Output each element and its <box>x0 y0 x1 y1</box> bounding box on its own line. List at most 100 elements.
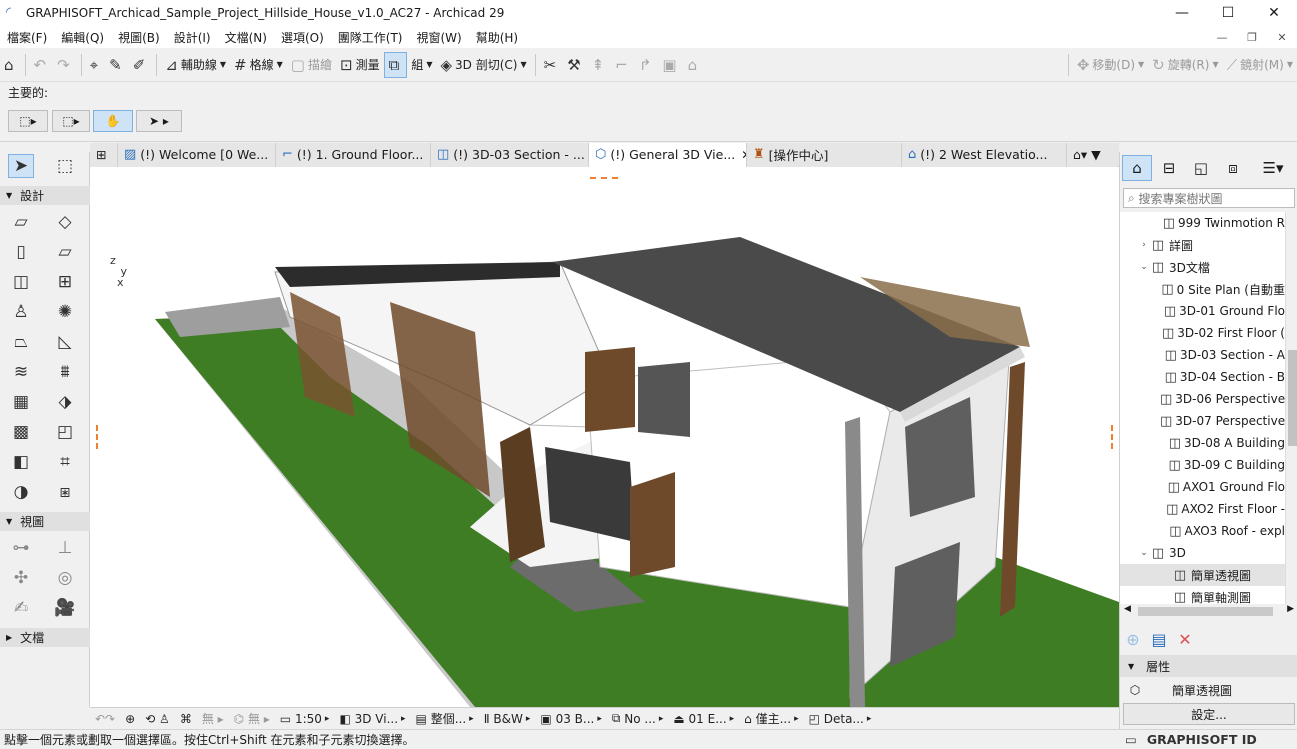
object-tool-icon[interactable]: ♙ <box>8 300 34 324</box>
find-select-button[interactable]: ⌖ <box>86 52 105 78</box>
renovation-dropdown[interactable]: ⌂ 僅主... ▸ <box>739 708 803 730</box>
morph-tool-icon[interactable]: ⬗ <box>52 390 78 414</box>
menu-window[interactable]: 視窗(W) <box>409 29 468 46</box>
tree-item[interactable]: ◫ 3D-06 Perspective <box>1120 388 1285 410</box>
menu-edit[interactable]: 編輯(Q) <box>54 29 111 46</box>
menu-options[interactable]: 選項(O) <box>274 29 331 46</box>
slab-tool-icon[interactable]: ◇ <box>52 210 78 234</box>
tab-3d-section[interactable]: ◫ (!) 3D-03 Section - ... <box>431 142 589 167</box>
scrollbar-thumb[interactable] <box>1138 607 1273 616</box>
structure-dropdown[interactable]: ▤ 整個... ▸ <box>411 708 479 730</box>
settings-button[interactable]: 設定... <box>1123 703 1295 725</box>
tree-item[interactable]: ◫ 3D-08 A Building <box>1120 432 1285 454</box>
expand-toggle-icon[interactable]: ⌄ <box>1138 548 1150 558</box>
minimize-button[interactable]: — <box>1159 0 1205 26</box>
delete-icon[interactable]: ✕ <box>1172 630 1198 649</box>
tree-item[interactable]: ◫ 3D-03 Section - A <box>1120 344 1285 366</box>
graphisoft-id-link[interactable]: ▭ GRAPHISOFT ID <box>1119 729 1297 749</box>
selection-method-button[interactable]: ⬚▸ <box>8 110 48 132</box>
tree-item[interactable]: ◫ 999 Twinmotion R <box>1120 212 1285 234</box>
tab-ground-floor[interactable]: ⌐ (!) 1. Ground Floor... <box>276 142 431 167</box>
tree-item[interactable]: ◫ AXO1 Ground Flo <box>1120 476 1285 498</box>
top-edge-handle[interactable] <box>590 167 618 179</box>
zoom-button[interactable]: ⊕ <box>120 708 140 730</box>
scale-dropdown[interactable]: ▭ 1:50 ▸ <box>275 708 335 730</box>
doc-close-icon[interactable]: ✕ <box>1267 26 1297 48</box>
right-edge-handle[interactable] <box>1107 425 1113 449</box>
filter-a-dropdown[interactable]: 無 ▸ <box>197 708 229 730</box>
column-tool-icon[interactable]: ▯ <box>8 240 34 264</box>
close-window-button[interactable]: ✕ <box>1251 0 1297 26</box>
properties-header[interactable]: ▼ 層性 <box>1120 655 1297 677</box>
scroll-left-icon[interactable]: ◀ <box>1124 604 1131 614</box>
doc-minimize-icon[interactable]: — <box>1207 26 1237 48</box>
menu-help[interactable]: 幫助(H) <box>469 29 525 46</box>
group-dropdown[interactable]: 組 ▼ <box>407 52 436 78</box>
tab-action-center[interactable]: ♜ [操作中心] <box>747 142 902 167</box>
tree-item[interactable]: › ◫ 詳圖 <box>1120 234 1285 256</box>
aux-lines-dropdown[interactable]: ⊿ 輔助線 ▼ <box>161 52 230 78</box>
navigator-menu-icon[interactable]: ☰▾ <box>1258 155 1288 181</box>
arrow-tool-icon[interactable]: ➤ <box>8 154 34 178</box>
tab-welcome[interactable]: ▨ (!) Welcome [0 We... <box>118 142 276 167</box>
window-tool-icon[interactable]: ⊞ <box>52 270 78 294</box>
roof-tool-icon[interactable]: ⏢ <box>8 330 34 354</box>
undo-button[interactable]: ↶ <box>30 52 54 78</box>
tree-horizontal-scrollbar[interactable]: ◀ ▶ <box>1120 604 1297 619</box>
skylight-tool-icon[interactable]: ◧ <box>8 450 34 474</box>
layout-book-icon[interactable]: ◱ <box>1186 155 1216 181</box>
tree-item[interactable]: ◫ 3D-07 Perspective <box>1120 410 1285 432</box>
tree-item[interactable]: ◫ AXO2 First Floor - <box>1120 498 1285 520</box>
detail-level-dropdown[interactable]: ◰ Deta... ▸ <box>804 708 877 730</box>
tab-list-dropdown[interactable]: ⌂▾ ▼ <box>1067 142 1117 167</box>
offset-button[interactable]: ▣ <box>658 52 683 78</box>
left-edge-handle[interactable] <box>96 425 102 449</box>
stair-tool-icon[interactable]: ≋ <box>8 360 34 384</box>
publisher-icon[interactable]: ⧈ <box>1218 155 1248 181</box>
menu-file[interactable]: 檔案(F) <box>0 29 54 46</box>
view-map-icon[interactable]: ⊟ <box>1154 155 1184 181</box>
tree-item[interactable]: ◫ 簡單透視圖 <box>1120 564 1285 586</box>
tree-item[interactable]: ◫ AXO3 Roof - expl <box>1120 520 1285 542</box>
tree-item[interactable]: ◫ 0 Site Plan (自動重 <box>1120 278 1285 300</box>
3d-view-dropdown[interactable]: ◧ 3D Vi... ▸ <box>334 708 410 730</box>
worksheet-tool-icon[interactable]: ◎ <box>52 566 78 590</box>
elevation-tool-icon[interactable]: ⊥ <box>52 536 78 560</box>
toolbox-view-header[interactable]: ▼ 視圖 <box>0 512 90 531</box>
menu-view[interactable]: 視圖(B) <box>111 29 167 46</box>
maximize-button[interactable]: ☐ <box>1205 0 1251 26</box>
menu-design[interactable]: 設計(I) <box>167 29 218 46</box>
add-icon[interactable]: ⊕ <box>1120 630 1146 649</box>
3d-viewport[interactable]: z y x <box>90 167 1119 707</box>
trace-button[interactable]: ▢ 描繪 <box>287 52 336 78</box>
door-tool-icon[interactable]: ◫ <box>8 270 34 294</box>
navigation-button[interactable]: ⌘ <box>175 708 197 730</box>
expand-toggle-icon[interactable]: › <box>1138 240 1150 250</box>
tree-item[interactable]: ◫ 簡單軸測圖 <box>1120 586 1285 605</box>
tree-item[interactable]: ⌄ ◫ 3D文檔 <box>1120 256 1285 278</box>
settings-sheet-icon[interactable]: ▤ <box>1146 630 1172 649</box>
marquee-tool-icon[interactable]: ⬚ <box>52 154 78 178</box>
beam-tool-icon[interactable]: ⏥ <box>52 240 78 264</box>
interior-elevation-tool-icon[interactable]: ✣ <box>8 566 34 590</box>
filter-b-dropdown[interactable]: ⌬ 無 ▸ <box>229 708 275 730</box>
lamp-tool-icon[interactable]: ✺ <box>52 300 78 324</box>
measure-button[interactable]: ⊡ 測量 <box>336 52 384 78</box>
toolbox-document-header[interactable]: ▶ 文檔 <box>0 628 90 647</box>
expand-toggle-icon[interactable]: ⌄ <box>1138 262 1150 272</box>
scroll-right-icon[interactable]: ▶ <box>1287 604 1294 614</box>
navigator-search-input[interactable]: ⌕ 搜索專案樹狀圖 <box>1123 188 1295 208</box>
arrow-tool-button[interactable]: ➤ ▸ <box>136 110 182 132</box>
story-dropdown[interactable]: ⏏ 01 E... ▸ <box>668 708 739 730</box>
curtain-wall-tool-icon[interactable]: ▦ <box>8 390 34 414</box>
marquee-mode-button[interactable]: ⬚▸ <box>52 110 90 132</box>
tab-general-3d-view[interactable]: ⬡(!) General 3D Vie...✕ <box>589 142 747 167</box>
section-tool-icon[interactable]: ⊶ <box>8 536 34 560</box>
wall-tool-icon[interactable]: ▱ <box>8 210 34 234</box>
intersect-button[interactable]: ⌐ <box>611 52 635 78</box>
tree-item[interactable]: ◫ 3D-01 Ground Flo <box>1120 300 1285 322</box>
tree-vertical-scrollbar[interactable] <box>1285 212 1297 604</box>
grid-dropdown[interactable]: # 格線 ▼ <box>230 52 287 78</box>
rotate-dropdown[interactable]: ↻ 旋轉(R) ▼ <box>1148 52 1222 78</box>
toolbox-design-header[interactable]: ▼ 設計 <box>0 186 90 205</box>
